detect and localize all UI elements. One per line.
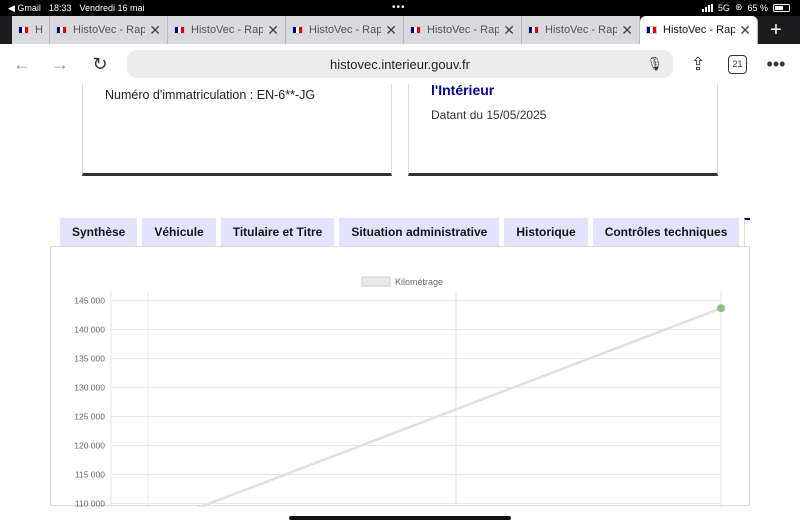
browser-tab-title: HistoVec - Rap (545, 24, 618, 36)
report-info-card: l'Intérieur Datant du 15/05/2025 (408, 84, 718, 176)
legend-label: Kilométrage (395, 277, 443, 287)
report-tab[interactable]: Kilo (744, 218, 750, 246)
orientation-lock-icon: ⊛ (734, 2, 743, 12)
page-content: Numéro d'immatriculation : EN-6**-JG l'I… (0, 84, 800, 525)
close-tab-icon[interactable]: ✕ (503, 22, 515, 39)
report-tab[interactable]: Historique (504, 218, 588, 246)
data-point (717, 304, 725, 313)
browser-tab[interactable]: HistoVec - Rap ✕ (50, 16, 168, 44)
french-flag-icon (18, 26, 29, 34)
reload-icon[interactable]: ↻ (88, 52, 112, 76)
address-bar[interactable]: histovec.interieur.gouv.fr 🎙 (127, 50, 673, 78)
home-indicator[interactable] (289, 516, 511, 520)
close-tab-icon[interactable]: ✕ (385, 22, 397, 39)
y-tick-label: 135 000 (74, 354, 105, 364)
share-icon[interactable]: ⇪ (686, 52, 710, 76)
french-flag-icon (528, 26, 539, 34)
french-flag-icon (174, 26, 185, 34)
close-tab-icon[interactable]: ✕ (267, 22, 279, 39)
browser-tab[interactable]: HistoVec - Rap ✕ (404, 16, 522, 44)
network-label: 5G (717, 2, 730, 13)
y-tick-label: 130 000 (74, 383, 105, 393)
browser-tab-title: HistoVec - Rap (309, 24, 382, 36)
browser-tab[interactable]: HistoVec - Rap ✕ (522, 16, 640, 44)
battery-icon (773, 3, 790, 12)
back-to-app-link[interactable]: ◀ Gmail (8, 3, 41, 14)
browser-tab[interactable]: HistoVec - Rap ✕ (640, 16, 758, 44)
url-text: histovec.interieur.gouv.fr (330, 56, 470, 72)
y-tick-label: 120 000 (74, 440, 105, 450)
clock: 18:33 (48, 3, 72, 13)
browser-tab-title: H (35, 24, 43, 36)
browser-tab-title: HistoVec - Rap (73, 24, 146, 36)
report-date: Datant du 15/05/2025 (431, 108, 547, 122)
back-arrow-icon[interactable]: ← (10, 52, 34, 76)
browser-tab[interactable]: HistoVec - Rap ✕ (168, 16, 286, 44)
y-tick-label: 115 000 (75, 469, 105, 479)
browser-tab-title: HistoVec - Rap (427, 24, 500, 36)
report-tabs: Synthèse Véhicule Titulaire et Titre Situat… (60, 218, 750, 246)
report-tab[interactable]: Véhicule (142, 218, 216, 246)
mileage-chart-panel: Kilométrage 145 000 140 000 135 000 130 000 1… (50, 246, 750, 525)
y-tick-label: 110 000 (75, 498, 105, 507)
close-tab-icon[interactable]: ✕ (621, 22, 633, 39)
browser-tab-strip: H HistoVec - Rap ✕ HistoVec - Rap ✕ HistoVec … (0, 16, 800, 44)
tab-count-button[interactable]: 21 (728, 55, 747, 74)
multitask-dots-icon[interactable]: ••• (392, 2, 406, 13)
y-tick-label: 125 000 (74, 412, 105, 422)
more-menu-icon[interactable]: ••• (764, 52, 788, 76)
browser-tab[interactable]: H (12, 16, 50, 44)
battery-percent: 65 % (747, 2, 768, 13)
mileage-chart: Kilométrage 145 000 140 000 135 000 130 000 1… (74, 276, 725, 525)
report-tab[interactable]: Synthèse (60, 218, 138, 246)
y-tick-label: 140 000 (74, 325, 105, 335)
browser-tab[interactable]: HistoVec - Rap ✕ (286, 16, 404, 44)
microphone-icon[interactable]: 🎙 (646, 56, 663, 72)
report-tab[interactable]: Titulaire et Titre (220, 218, 335, 246)
report-tab[interactable]: Situation administrative (339, 218, 500, 246)
vehicle-id-card: Numéro d'immatriculation : EN-6**-JG (82, 84, 392, 176)
french-flag-icon (410, 26, 421, 34)
french-flag-icon (56, 26, 67, 34)
report-tab[interactable]: Contrôles techniques (592, 218, 740, 246)
immatriculation-label: Numéro d'immatriculation : EN-6**-JG (105, 88, 316, 102)
mileage-series-line (149, 307, 722, 525)
cellular-signal-icon (701, 3, 713, 12)
french-flag-icon (646, 26, 657, 34)
french-flag-icon (292, 26, 303, 34)
new-tab-icon[interactable]: + (758, 16, 794, 44)
legend-swatch (361, 276, 391, 287)
y-tick-label: 145 000 (74, 296, 105, 306)
browser-tab-title: HistoVec - Rap (191, 24, 264, 36)
status-bar: ◀ Gmail 18:33 Vendredi 16 mai ••• 5G ⊛ 6… (0, 0, 800, 16)
issuer-title: l'Intérieur (431, 84, 495, 98)
browser-toolbar: ← → ↻ histovec.interieur.gouv.fr 🎙 ⇪ 21 … (0, 44, 800, 84)
forward-arrow-icon[interactable]: → (48, 52, 72, 76)
close-tab-icon[interactable]: ✕ (149, 22, 161, 39)
close-tab-icon[interactable]: ✕ (739, 22, 751, 39)
date-label: Vendredi 16 mai (79, 3, 145, 13)
browser-tab-title: HistoVec - Rap (663, 24, 736, 36)
